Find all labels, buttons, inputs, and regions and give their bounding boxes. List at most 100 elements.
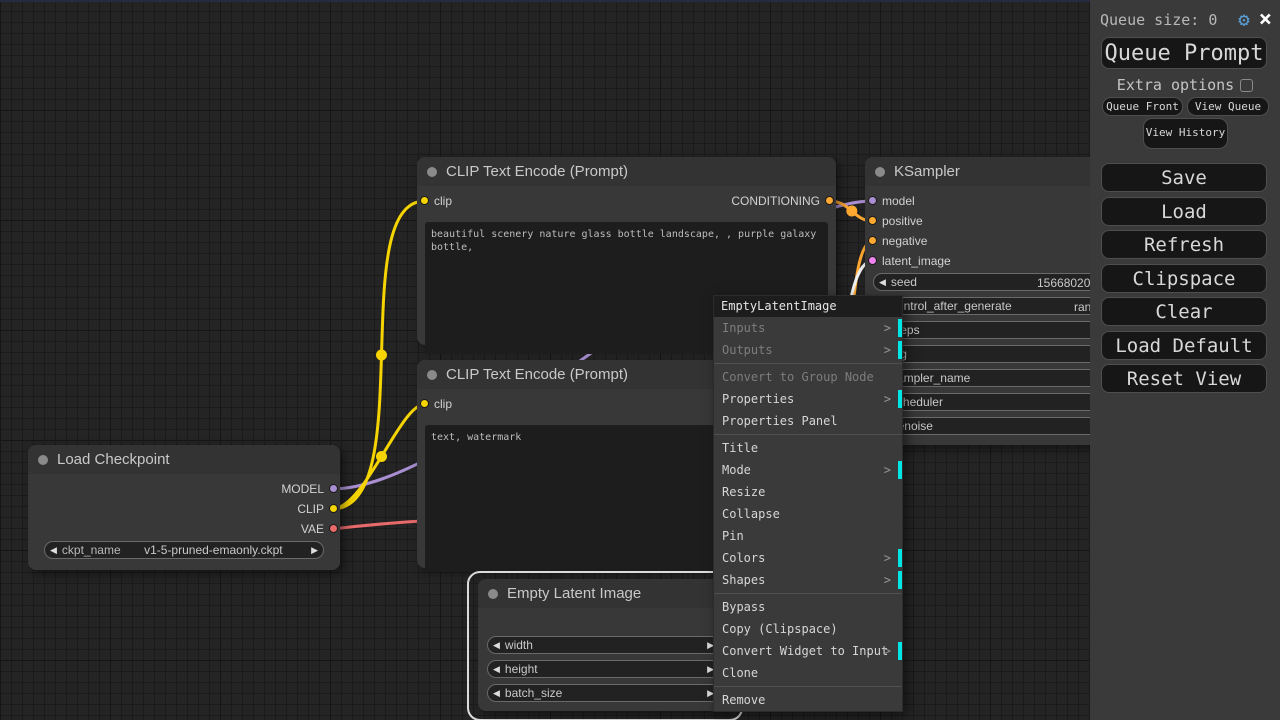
- submenu-arrow-icon: >: [883, 463, 891, 477]
- model-output-slot[interactable]: [329, 484, 338, 493]
- menu-item-shapes[interactable]: Shapes >: [714, 569, 902, 591]
- load-default-button[interactable]: Load Default: [1101, 331, 1267, 360]
- load-button[interactable]: Load: [1101, 197, 1267, 226]
- submenu-accent-bar: [898, 390, 902, 408]
- widget-label: seed: [890, 275, 917, 289]
- clip-input-slot[interactable]: [420, 399, 429, 408]
- menu-item-collapse[interactable]: Collapse: [714, 503, 902, 525]
- menu-item-remove[interactable]: Remove: [714, 689, 902, 711]
- menu-item-clone[interactable]: Clone: [714, 662, 902, 684]
- menu-separator: [714, 593, 902, 594]
- menu-item-mode[interactable]: Mode >: [714, 459, 902, 481]
- model-input-slot[interactable]: [868, 196, 877, 205]
- collapse-dot-icon[interactable]: [488, 588, 498, 599]
- node-title: Empty Latent Image: [507, 585, 642, 602]
- submenu-arrow-icon: >: [883, 573, 891, 587]
- conditioning-output-slot[interactable]: [825, 196, 834, 205]
- top-divider: [0, 0, 1090, 2]
- next-option-arrow-icon[interactable]: ▶: [306, 545, 323, 556]
- node-title-bar[interactable]: Empty Latent Image: [478, 579, 726, 608]
- output-label: MODEL: [281, 482, 324, 496]
- menu-item-bypass[interactable]: Bypass: [714, 596, 902, 618]
- context-menu-title: EmptyLatentImage: [714, 296, 902, 317]
- submenu-arrow-icon: >: [883, 551, 891, 565]
- decrement-arrow-icon[interactable]: ◀: [488, 688, 505, 699]
- vae-output-slot[interactable]: [329, 524, 338, 533]
- clip-output-slot[interactable]: [329, 504, 338, 513]
- menu-item-properties[interactable]: Properties >: [714, 388, 902, 410]
- collapse-dot-icon[interactable]: [427, 369, 437, 380]
- menu-item-resize[interactable]: Resize: [714, 481, 902, 503]
- node-empty-latent-image[interactable]: Empty Latent Image ◀ width ▶ ◀ height ▶ …: [478, 579, 726, 711]
- queue-front-button[interactable]: Queue Front: [1102, 97, 1183, 116]
- menu-item-convert-to-group-node: Convert to Group Node: [722, 370, 874, 384]
- link-dot: [376, 451, 387, 462]
- widget-width[interactable]: ◀ width ▶: [487, 636, 720, 654]
- close-icon[interactable]: ×: [1259, 9, 1272, 31]
- menu-item-inputs: Inputs >: [714, 317, 902, 339]
- menu-item-properties-panel[interactable]: Properties Panel: [714, 410, 902, 432]
- node-title: Load Checkpoint: [57, 451, 170, 468]
- slot-row: MODEL: [28, 479, 340, 499]
- clipspace-button[interactable]: Clipspace: [1101, 264, 1267, 293]
- comfy-menu-panel: Queue size: 0 ⚙ × Queue Prompt Extra opt…: [1090, 0, 1280, 720]
- prev-option-arrow-icon[interactable]: ◀: [45, 545, 62, 556]
- submenu-accent-bar: [898, 549, 902, 567]
- widget-label: batch_size: [504, 686, 563, 700]
- extra-options-row: Extra options: [1090, 76, 1280, 94]
- reset-view-button[interactable]: Reset View: [1101, 364, 1267, 393]
- comfyui-canvas[interactable]: CLIP Text Encode (Prompt) clip CONDITION…: [0, 0, 1280, 720]
- widget-batch-size[interactable]: ◀ batch_size ▶: [487, 684, 720, 702]
- clear-button[interactable]: Clear: [1101, 297, 1267, 326]
- link-dot: [846, 205, 858, 217]
- node-title: KSampler: [894, 163, 960, 180]
- positive-input-slot[interactable]: [868, 216, 877, 225]
- node-title-bar[interactable]: CLIP Text Encode (Prompt): [417, 157, 836, 186]
- refresh-button[interactable]: Refresh: [1101, 230, 1267, 259]
- decrement-arrow-icon[interactable]: ◀: [488, 664, 505, 675]
- clip-wire-negative: [330, 402, 427, 511]
- widget-label: control_after_generate: [890, 299, 1012, 313]
- submenu-accent-bar: [898, 341, 902, 359]
- queue-size-label: Queue size: 0: [1100, 11, 1218, 29]
- menu-item-title[interactable]: Title: [714, 437, 902, 459]
- queue-size-row: Queue size: 0 ⚙ ×: [1100, 9, 1272, 31]
- widget-label: height: [504, 662, 538, 676]
- collapse-dot-icon[interactable]: [427, 166, 437, 177]
- node-title-bar[interactable]: Load Checkpoint: [28, 445, 340, 474]
- collapse-dot-icon[interactable]: [38, 454, 48, 465]
- save-button[interactable]: Save: [1101, 163, 1267, 192]
- widget-height[interactable]: ◀ height ▶: [487, 660, 720, 678]
- view-history-button[interactable]: View History: [1143, 118, 1228, 149]
- menu-item-copy-clipspace[interactable]: Copy (Clipspace): [714, 618, 902, 640]
- widget-ckpt-name[interactable]: ◀ ckpt_name v1-5-pruned-emaonly.ckpt ▶: [44, 541, 324, 559]
- settings-gear-icon[interactable]: ⚙: [1238, 10, 1249, 30]
- menu-item-pin[interactable]: Pin: [714, 525, 902, 547]
- menu-item-convert-widget-to-input[interactable]: Convert Widget to Input >: [714, 640, 902, 662]
- clip-input-slot[interactable]: [420, 196, 429, 205]
- view-queue-button[interactable]: View Queue: [1187, 97, 1269, 116]
- decrement-arrow-icon[interactable]: ◀: [874, 277, 891, 288]
- widget-label: width: [504, 638, 533, 652]
- node-title: CLIP Text Encode (Prompt): [446, 366, 629, 383]
- collapse-dot-icon[interactable]: [875, 166, 885, 177]
- menu-item-colors[interactable]: Colors >: [714, 547, 902, 569]
- node-title: CLIP Text Encode (Prompt): [446, 163, 629, 180]
- negative-input-slot[interactable]: [868, 236, 877, 245]
- extra-options-checkbox[interactable]: [1240, 78, 1254, 92]
- submenu-accent-bar: [898, 571, 902, 589]
- input-label: latent_image: [882, 254, 951, 268]
- link-dot: [376, 349, 387, 361]
- menu-separator: [714, 686, 902, 687]
- output-label: CONDITIONING: [731, 194, 820, 208]
- menu-item-outputs: Outputs >: [714, 339, 902, 361]
- slot-row: VAE: [28, 519, 340, 539]
- node-load-checkpoint[interactable]: Load Checkpoint MODEL CLIP VAE ◀ ckpt_na…: [28, 445, 340, 570]
- submenu-accent-bar: [898, 642, 902, 660]
- slot-row: CLIP: [28, 499, 340, 519]
- latent-input-slot[interactable]: [868, 256, 877, 265]
- submenu-accent-bar: [898, 461, 902, 479]
- queue-prompt-button[interactable]: Queue Prompt: [1101, 37, 1267, 69]
- decrement-arrow-icon[interactable]: ◀: [488, 640, 505, 651]
- clip-wire-positive: [330, 199, 427, 511]
